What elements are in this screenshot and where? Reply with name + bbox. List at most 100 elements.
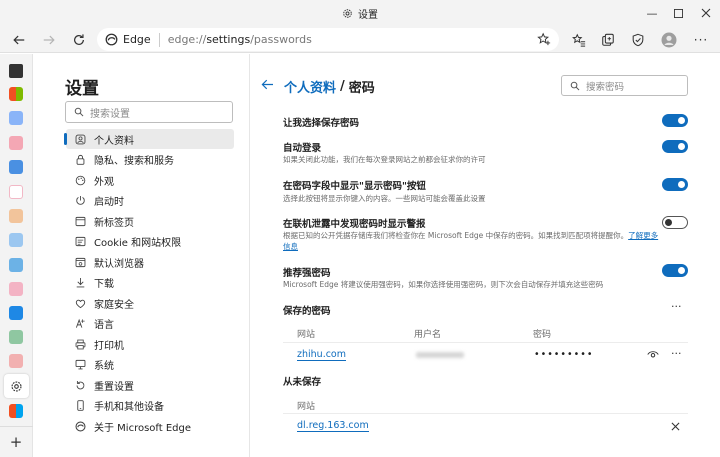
sidebar-item-about[interactable]: 关于 Microsoft Edge [66, 416, 234, 436]
address-bar[interactable]: Edge edge://settings/passwords [97, 28, 559, 51]
browser-essentials-icon [632, 33, 644, 47]
page-title: 密码 [348, 81, 375, 96]
tab-favicon-weibo[interactable] [9, 185, 23, 199]
auto-signin-title: 自动登录 [283, 143, 322, 154]
offer-to-save-title: 让我选择保存密码 [283, 118, 360, 129]
reveal-button-toggle[interactable] [662, 178, 688, 191]
tab-favicon-baidu[interactable] [9, 111, 23, 125]
sidebar-item-reset[interactable]: 重置设置 [66, 375, 234, 395]
auto-signin-toggle[interactable] [662, 140, 688, 153]
url-path: settings [206, 33, 251, 46]
back-arrow-button[interactable] [261, 79, 274, 94]
tab-favicon-zhihu[interactable] [9, 160, 23, 174]
favorites-button[interactable] [568, 29, 590, 51]
printer-icon [72, 339, 88, 350]
sidebar-item-profiles[interactable]: 个人资料 [64, 129, 234, 149]
tab-favicon-zhihu-2[interactable] [9, 306, 23, 320]
sidebar-item-new-tab[interactable]: 新标签页 [66, 211, 234, 231]
tab-settings-active[interactable] [4, 374, 29, 398]
masked-password: ••••••••• [534, 349, 594, 360]
back-button[interactable] [8, 29, 30, 51]
sidebar-item-appearance[interactable]: 外观 [66, 170, 234, 190]
plus-icon: + [9, 433, 23, 451]
tab-favicon-microsoft-2[interactable] [9, 404, 23, 418]
extensions-button[interactable] [627, 29, 649, 51]
tab-actions-icon[interactable] [9, 64, 23, 78]
arrow-left-icon [261, 79, 273, 90]
sidebar-item-label: 语言 [94, 319, 114, 331]
arrow-left-icon [13, 35, 25, 45]
tab-favicon-orange[interactable] [9, 209, 23, 223]
saved-passwords-more-button[interactable]: ··· [671, 300, 682, 313]
saved-passwords-title: 保存的密码 [283, 306, 331, 317]
address-divider [158, 32, 160, 47]
tab-favicon-rose[interactable] [9, 282, 23, 296]
sidebar-item-start[interactable]: 启动时 [66, 190, 234, 210]
leak-alert-toggle[interactable] [662, 216, 688, 229]
new-tab-button[interactable]: + [9, 433, 23, 451]
settings-and-more-button[interactable]: ··· [690, 29, 712, 51]
never-table-divider [283, 413, 688, 414]
url-text: edge://settings/passwords [168, 33, 312, 46]
sidebar-item-system[interactable]: 系统 [66, 354, 234, 374]
password-search-input[interactable]: 搜索密码 [561, 75, 688, 96]
maximize-icon [673, 8, 683, 18]
settings-sidebar: 设置 搜索设置 个人资料 隐私、搜索和服务 外观 启动时 新标签页 Cookie… [33, 54, 250, 457]
system-icon [72, 359, 88, 370]
tab-favicon-light-blue[interactable] [9, 258, 23, 272]
edge-label: Edge [123, 33, 151, 46]
tab-favicon-green[interactable] [9, 330, 23, 344]
remove-never-saved-button[interactable] [671, 422, 680, 434]
breadcrumb: 个人资料 / 密码 [261, 77, 375, 96]
sidebar-item-label: 打印机 [94, 340, 124, 352]
saved-site-link[interactable]: zhihu.com [297, 349, 346, 361]
column-header-username: 用户名 [414, 330, 442, 340]
sidebar-item-cookies[interactable]: Cookie 和网站权限 [66, 231, 234, 251]
forward-button[interactable] [38, 29, 60, 51]
edge-logo-icon [72, 420, 88, 432]
auto-signin-desc: 如果关闭此功能，我们在每次登录网站之前都会征求你的许可 [283, 155, 486, 164]
collections-icon [602, 33, 614, 46]
sidebar-item-privacy[interactable]: 隐私、搜索和服务 [66, 149, 234, 169]
tab-favicon-red[interactable] [9, 354, 23, 368]
new-tab-icon [72, 216, 88, 227]
profile-icon [72, 134, 88, 145]
gear-icon [343, 8, 352, 18]
breadcrumb-profiles-link[interactable]: 个人资料 [284, 77, 336, 96]
tab-favicon-blue[interactable] [9, 233, 23, 247]
close-icon [701, 8, 711, 18]
sidebar-item-default-browser[interactable]: 默认浏览器 [66, 252, 234, 272]
sidebar-item-label: 家庭安全 [94, 299, 134, 311]
show-password-button[interactable] [647, 350, 659, 362]
add-favorite-button[interactable] [537, 32, 551, 49]
sidebar-item-languages[interactable]: 语言 [66, 313, 234, 333]
never-column-header-site: 网站 [297, 402, 316, 412]
language-icon [72, 318, 88, 329]
sidebar-item-family[interactable]: 家庭安全 [66, 293, 234, 313]
arrow-right-icon [43, 35, 55, 45]
sidebar-item-phone[interactable]: 手机和其他设备 [66, 395, 234, 415]
row-more-button[interactable]: ··· [671, 347, 682, 360]
window-title: 设置 [342, 6, 378, 21]
offer-to-save-toggle[interactable] [662, 114, 688, 127]
url-suffix: /passwords [250, 33, 312, 46]
collections-button[interactable] [597, 29, 619, 51]
title-bar: 设置 — [0, 0, 720, 26]
never-site-link[interactable]: dl.reg.163.com [297, 420, 369, 432]
settings-search-input[interactable]: 搜索设置 [65, 101, 233, 123]
sidebar-item-downloads[interactable]: 下载 [66, 272, 234, 292]
table-divider [283, 342, 688, 343]
column-header-site: 网站 [297, 330, 316, 340]
refresh-button[interactable] [68, 29, 90, 51]
search-icon [74, 107, 84, 117]
suggest-strong-toggle[interactable] [662, 264, 688, 277]
profile-button[interactable] [658, 29, 680, 51]
settings-search-placeholder: 搜索设置 [90, 108, 130, 120]
tab-favicon-pink[interactable] [9, 136, 23, 150]
sidebar-item-label: 手机和其他设备 [94, 401, 164, 413]
sidebar-item-label: 下载 [94, 278, 114, 290]
never-saved-title: 从未保存 [283, 377, 322, 388]
tab-favicon-microsoft[interactable] [9, 87, 23, 101]
sidebar-item-printers[interactable]: 打印机 [66, 334, 234, 354]
close-window-button[interactable] [686, 0, 720, 26]
